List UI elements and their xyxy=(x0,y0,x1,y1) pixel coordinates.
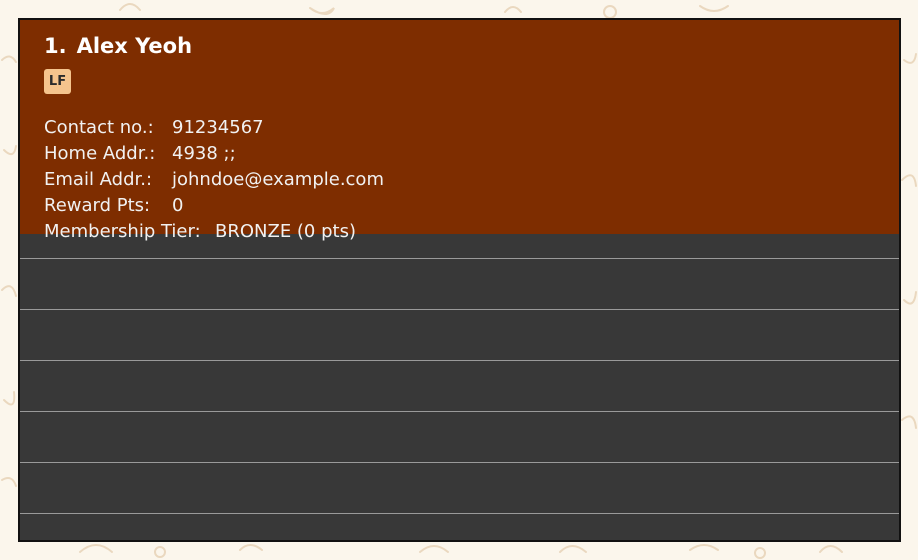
membership-tier-value: BRONZE (0 pts) xyxy=(215,221,356,242)
membership-tier-field: Membership Tier: BRONZE (0 pts) xyxy=(44,221,356,243)
tag-badge: LF xyxy=(44,69,71,94)
home-address-value: 4938 ;; xyxy=(172,143,236,164)
contact-number-label: Contact no.: xyxy=(44,117,154,138)
home-address-label: Home Addr.: xyxy=(44,143,156,164)
person-list-panel[interactable]: 1. Alex Yeoh LF Contact no.: 91234567 Home… xyxy=(18,18,901,542)
row-divider xyxy=(20,309,899,310)
home-address-field: Home Addr.: 4938 ;; xyxy=(44,143,236,165)
row-divider xyxy=(20,258,899,259)
row-divider xyxy=(20,462,899,463)
person-name: Alex Yeoh xyxy=(76,34,193,58)
row-divider xyxy=(20,513,899,514)
row-divider xyxy=(20,411,899,412)
reward-points-value: 0 xyxy=(172,195,184,216)
reward-points-label: Reward Pts: xyxy=(44,195,151,216)
contact-number-field: Contact no.: 91234567 xyxy=(44,117,264,139)
reward-points-field: Reward Pts: 0 xyxy=(44,195,183,217)
person-card[interactable]: 1. Alex Yeoh LF Contact no.: 91234567 Home… xyxy=(20,20,899,242)
contact-number-value: 91234567 xyxy=(172,117,264,138)
membership-tier-label: Membership Tier: xyxy=(44,221,201,242)
person-name-line: 1. Alex Yeoh xyxy=(44,34,192,58)
row-divider xyxy=(20,360,899,361)
person-index: 1. xyxy=(44,34,67,58)
email-address-value: johndoe@example.com xyxy=(172,169,384,190)
email-address-field: Email Addr.: johndoe@example.com xyxy=(44,169,384,191)
email-address-label: Email Addr.: xyxy=(44,169,153,190)
